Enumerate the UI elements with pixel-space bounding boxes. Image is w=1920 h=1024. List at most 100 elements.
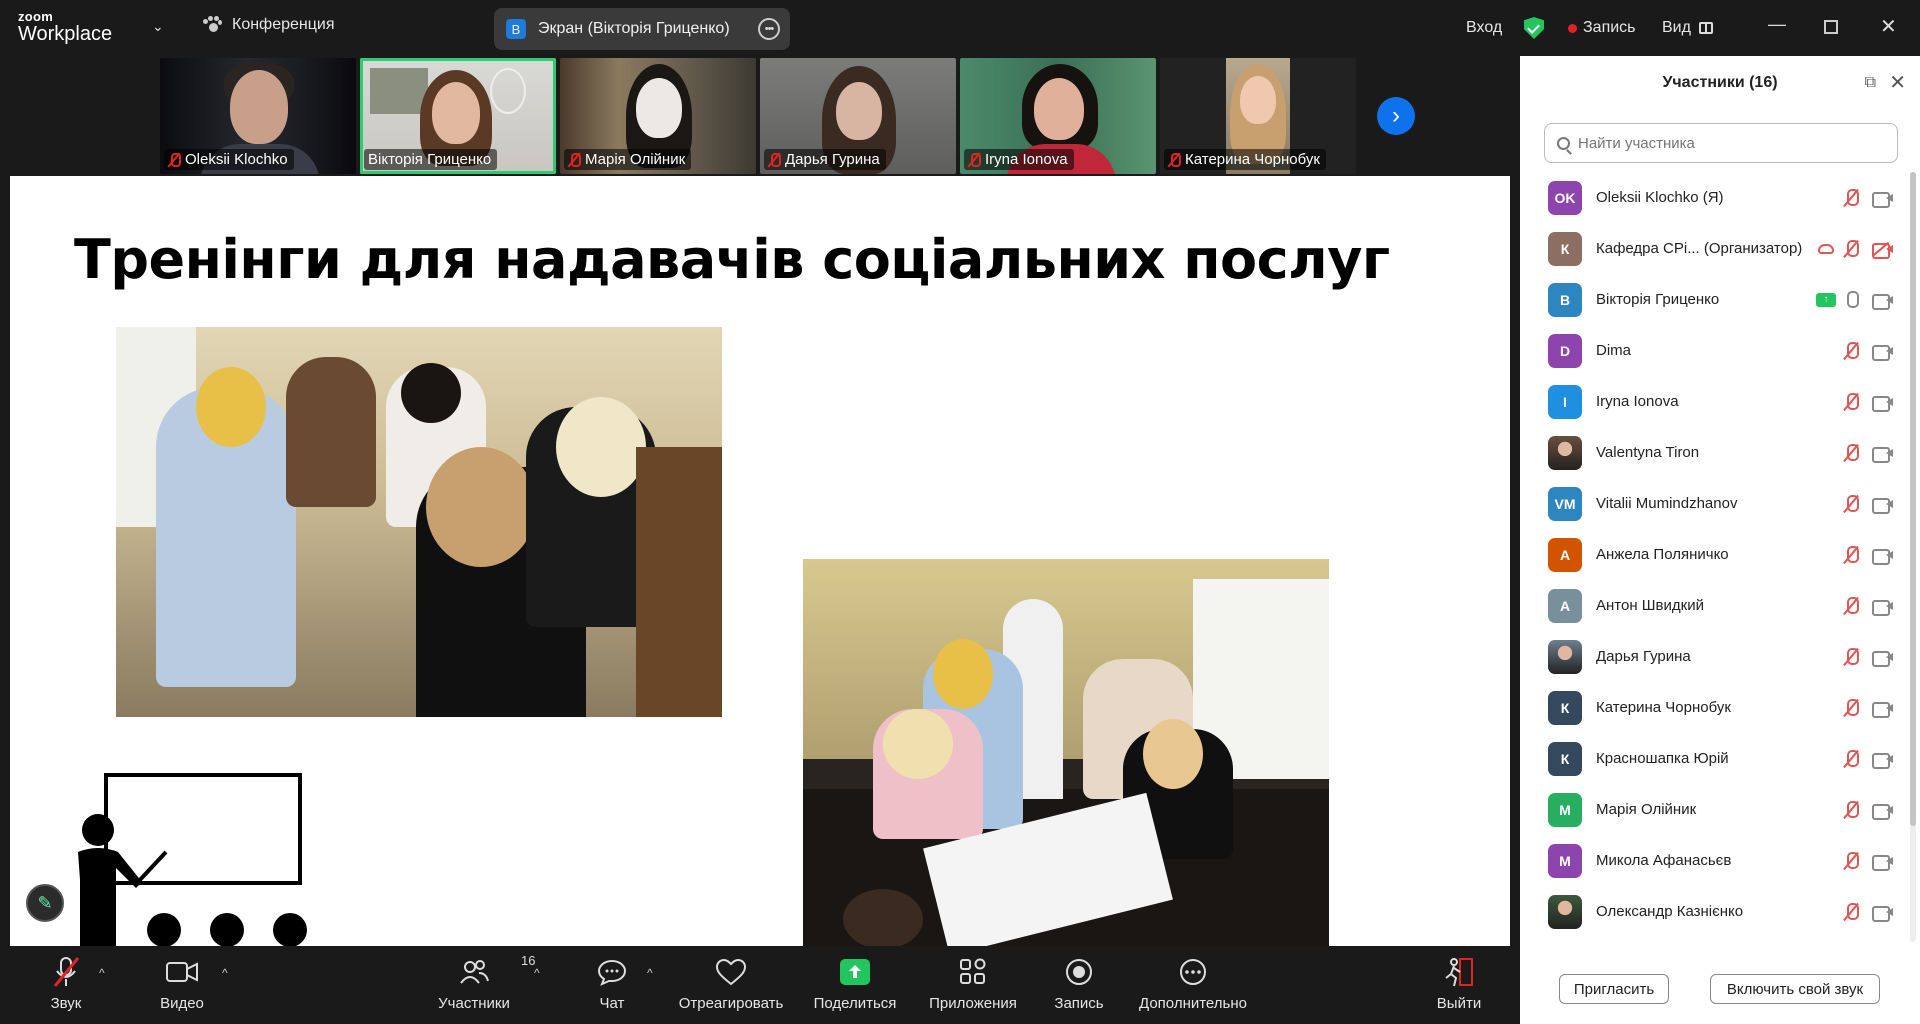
- camera-icon[interactable]: [1872, 599, 1894, 616]
- muted-mic-icon[interactable]: [1844, 851, 1859, 870]
- participant-search[interactable]: [1544, 123, 1898, 163]
- avatar: [1548, 894, 1582, 929]
- next-page-arrow-icon[interactable]: ›: [1377, 97, 1415, 135]
- participant-row[interactable]: М Микола Афанасьєв: [1520, 835, 1910, 886]
- camera-icon[interactable]: [1872, 803, 1894, 820]
- video-button[interactable]: Видео: [152, 946, 212, 1024]
- participants-icon: 16: [459, 953, 535, 989]
- view-button[interactable]: Вид: [1662, 0, 1713, 56]
- muted-mic-icon[interactable]: [1844, 749, 1859, 768]
- react-button[interactable]: Отреагировать: [676, 946, 786, 1024]
- camera-icon[interactable]: [1872, 701, 1894, 718]
- participant-row[interactable]: VM Vitalii Mumindzhanov: [1520, 478, 1910, 529]
- avatar: OK: [1548, 180, 1582, 215]
- avatar: К: [1548, 741, 1582, 776]
- record-dot-icon: [1568, 23, 1577, 33]
- mic-icon[interactable]: [1844, 290, 1859, 309]
- screen-share-pill[interactable]: В Экран (Вікторія Гриценко) •••: [494, 8, 790, 50]
- muted-mic-icon[interactable]: [1844, 698, 1859, 717]
- camera-icon[interactable]: [1872, 854, 1894, 871]
- popout-icon[interactable]: ⧉: [1865, 74, 1876, 92]
- leave-button[interactable]: Выйти: [1434, 946, 1484, 1024]
- muted-mic-icon[interactable]: [1844, 902, 1859, 921]
- audio-options-caret[interactable]: ^: [99, 966, 105, 980]
- camera-off-icon[interactable]: [1872, 241, 1894, 259]
- participant-row[interactable]: М Марія Олійник: [1520, 784, 1910, 835]
- video-tile-active-speaker[interactable]: Вікторія Гриценко: [360, 58, 556, 174]
- video-options-caret[interactable]: ^: [222, 966, 228, 980]
- sharing-screen-icon: ↑: [1816, 292, 1836, 307]
- audio-button[interactable]: Звук: [38, 946, 94, 1024]
- video-tile[interactable]: Катерина Чорнобук: [1160, 58, 1356, 174]
- invite-button[interactable]: Пригласить: [1559, 974, 1669, 1004]
- participant-row[interactable]: К Красношапка Юрій: [1520, 733, 1910, 784]
- signin-button[interactable]: Вход: [1466, 0, 1502, 56]
- participant-row[interactable]: В Вікторія Гриценко ↑: [1520, 274, 1910, 325]
- camera-icon[interactable]: [1872, 497, 1894, 514]
- participants-options-caret[interactable]: ^: [534, 966, 540, 980]
- participant-row[interactable]: Дарья Гурина: [1520, 631, 1910, 682]
- muted-mic-icon[interactable]: [1844, 239, 1859, 258]
- meeting-info-button[interactable]: Конференция: [202, 16, 335, 34]
- close-panel-icon[interactable]: ✕: [1889, 70, 1906, 95]
- camera-icon[interactable]: [1872, 344, 1894, 361]
- muted-mic-icon[interactable]: [1844, 545, 1859, 564]
- unmute-self-button[interactable]: Включить свой звук: [1710, 974, 1880, 1004]
- camera-icon[interactable]: [1872, 395, 1894, 412]
- annotate-pencil-icon[interactable]: ✎: [26, 884, 64, 922]
- participant-row[interactable]: Valentyna Tiron: [1520, 427, 1910, 478]
- teacher-illustration: [50, 770, 320, 946]
- more-button[interactable]: Дополнительно: [1136, 946, 1250, 1024]
- participant-name: Микола Афанасьєв: [1596, 852, 1732, 869]
- share-screen-button[interactable]: Поделиться: [812, 946, 898, 1024]
- video-tile[interactable]: Дарья Гурина: [760, 58, 956, 174]
- participant-search-input[interactable]: [1578, 134, 1878, 152]
- muted-mic-icon[interactable]: [1844, 341, 1859, 360]
- participant-row[interactable]: К Кафедра СРі... (Организатор): [1520, 223, 1910, 274]
- shared-screen: Тренінги для надавачів соціальних послуг: [10, 176, 1510, 946]
- participant-list-scrollbar[interactable]: [1910, 172, 1916, 942]
- more-options-icon[interactable]: •••: [758, 18, 780, 40]
- muted-mic-icon[interactable]: [1844, 392, 1859, 411]
- minimize-icon[interactable]: —: [1768, 14, 1786, 35]
- muted-mic-icon[interactable]: [1844, 188, 1859, 207]
- muted-mic-icon[interactable]: [1844, 647, 1859, 666]
- camera-icon[interactable]: [1872, 650, 1894, 667]
- participant-list: OK Oleksii Klochko (Я) К Кафедра СРі... (Ор…: [1520, 172, 1910, 942]
- record-status-button[interactable]: Запись: [1568, 0, 1636, 56]
- avatar: А: [1548, 537, 1582, 572]
- video-tile[interactable]: Марія Олійник: [560, 58, 756, 174]
- participants-button[interactable]: 16 Участники: [432, 946, 535, 1024]
- camera-icon[interactable]: [1872, 548, 1894, 565]
- close-window-icon[interactable]: ✕: [1880, 14, 1897, 39]
- chat-button[interactable]: Чат: [594, 946, 630, 1024]
- record-button[interactable]: Запись: [1052, 946, 1106, 1024]
- participant-row[interactable]: OK Oleksii Klochko (Я): [1520, 172, 1910, 223]
- participants-panel: Участники (16) ⧉ ✕ OK Oleksii Klochko (Я)…: [1520, 56, 1920, 1024]
- participant-row[interactable]: А Анжела Поляничко: [1520, 529, 1910, 580]
- muted-mic-icon[interactable]: [1844, 596, 1859, 615]
- participant-row-partial[interactable]: [1520, 937, 1910, 942]
- camera-icon[interactable]: [1872, 752, 1894, 769]
- restore-icon[interactable]: [1824, 20, 1838, 34]
- participant-row[interactable]: Олександр Казнієнко: [1520, 886, 1910, 937]
- security-shield-icon[interactable]: [1524, 0, 1544, 56]
- participant-row[interactable]: I Iryna Ionova: [1520, 376, 1910, 427]
- camera-icon[interactable]: [1872, 905, 1894, 922]
- participant-row[interactable]: D Dima: [1520, 325, 1910, 376]
- apps-button[interactable]: Приложения: [926, 946, 1020, 1024]
- participant-name: Марія Олійник: [1596, 801, 1697, 818]
- video-tile[interactable]: Oleksii Klochko: [160, 58, 356, 174]
- camera-icon[interactable]: [1872, 446, 1894, 463]
- muted-mic-icon[interactable]: [1844, 800, 1859, 819]
- chat-options-caret[interactable]: ^: [647, 966, 653, 980]
- muted-mic-icon[interactable]: [1844, 443, 1859, 462]
- participant-row[interactable]: К Катерина Чорнобук: [1520, 682, 1910, 733]
- video-tile[interactable]: Iryna Ionova: [960, 58, 1156, 174]
- participant-row[interactable]: А Антон Швидкий: [1520, 580, 1910, 631]
- chevron-down-icon[interactable]: ⌄: [152, 18, 164, 35]
- camera-icon[interactable]: [1872, 293, 1894, 310]
- camera-icon[interactable]: [1872, 191, 1894, 208]
- record-status-label: Запись: [1583, 19, 1636, 36]
- muted-mic-icon[interactable]: [1844, 494, 1859, 513]
